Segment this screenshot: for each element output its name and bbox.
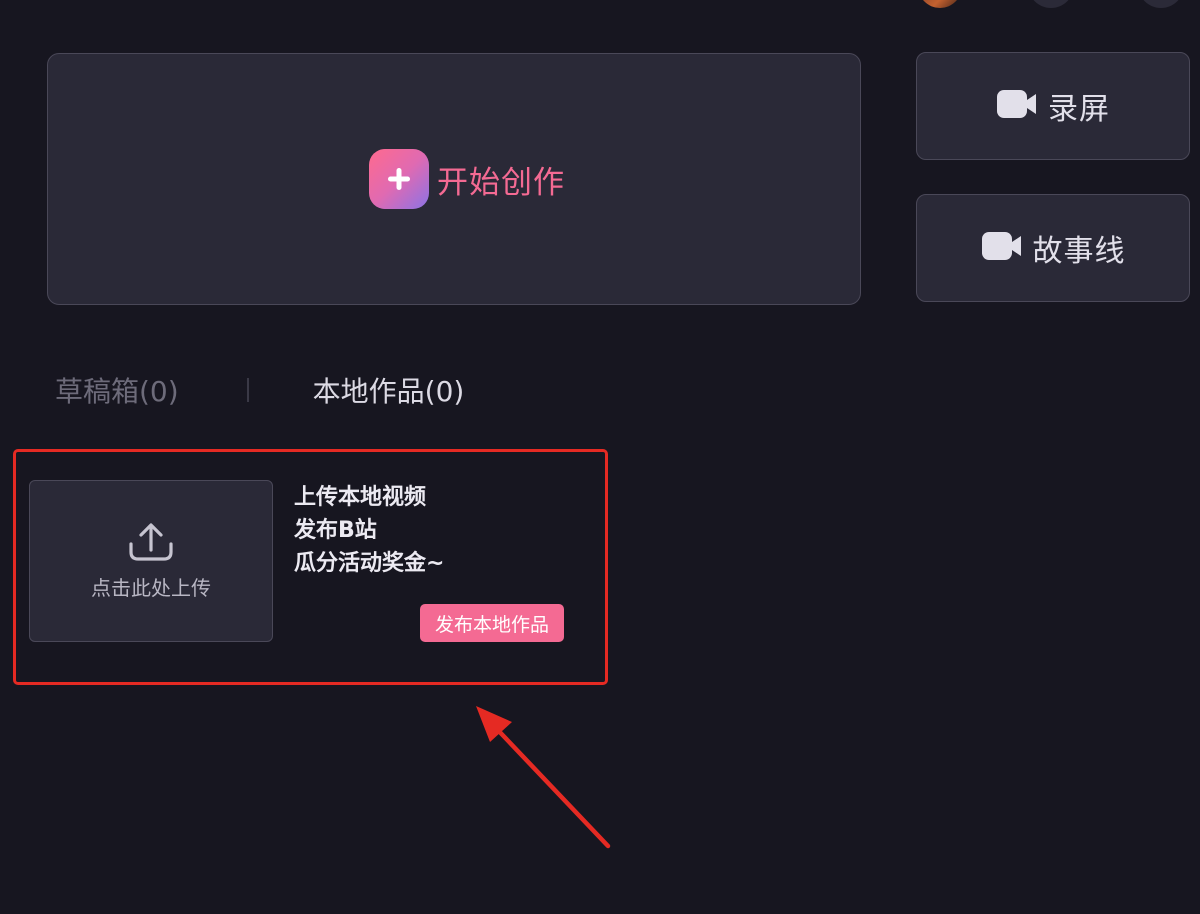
tab-local-works[interactable]: 本地作品(0) [313, 370, 465, 410]
start-create-label: 开始创作 [437, 164, 565, 201]
storyline-label: 故事线 [1032, 234, 1126, 269]
top-icon-button[interactable] [1028, 0, 1074, 8]
camera-icon [981, 231, 1023, 265]
storyline-button[interactable]: 故事线 [916, 194, 1190, 302]
upload-dropzone[interactable]: 点击此处上传 [29, 480, 273, 642]
upload-label: 点击此处上传 [91, 575, 211, 600]
publish-local-works-button[interactable]: 发布本地作品 [420, 604, 564, 642]
promo-line: 发布B站 [294, 518, 377, 543]
upload-promo-text: 上传本地视频 发布B站 瓜分活动奖金~ [294, 481, 444, 580]
works-tabs: 草稿箱(0) 本地作品(0) [55, 368, 464, 412]
tab-drafts[interactable]: 草稿箱(0) [55, 370, 179, 410]
promo-line: 上传本地视频 [294, 485, 427, 510]
top-icon-button[interactable] [1138, 0, 1184, 8]
arrow-annotation [476, 706, 611, 849]
record-screen-label: 录屏 [1048, 92, 1110, 127]
promo-line: 瓜分活动奖金~ [294, 551, 445, 576]
plus-icon [369, 149, 429, 209]
start-create-card[interactable]: 开始创作 [47, 53, 861, 305]
start-create-content: 开始创作 [369, 149, 565, 209]
user-avatar[interactable] [918, 0, 962, 8]
record-screen-button[interactable]: 录屏 [916, 52, 1190, 160]
camera-icon [996, 89, 1038, 123]
tab-divider [246, 378, 249, 402]
upload-icon [127, 522, 175, 566]
